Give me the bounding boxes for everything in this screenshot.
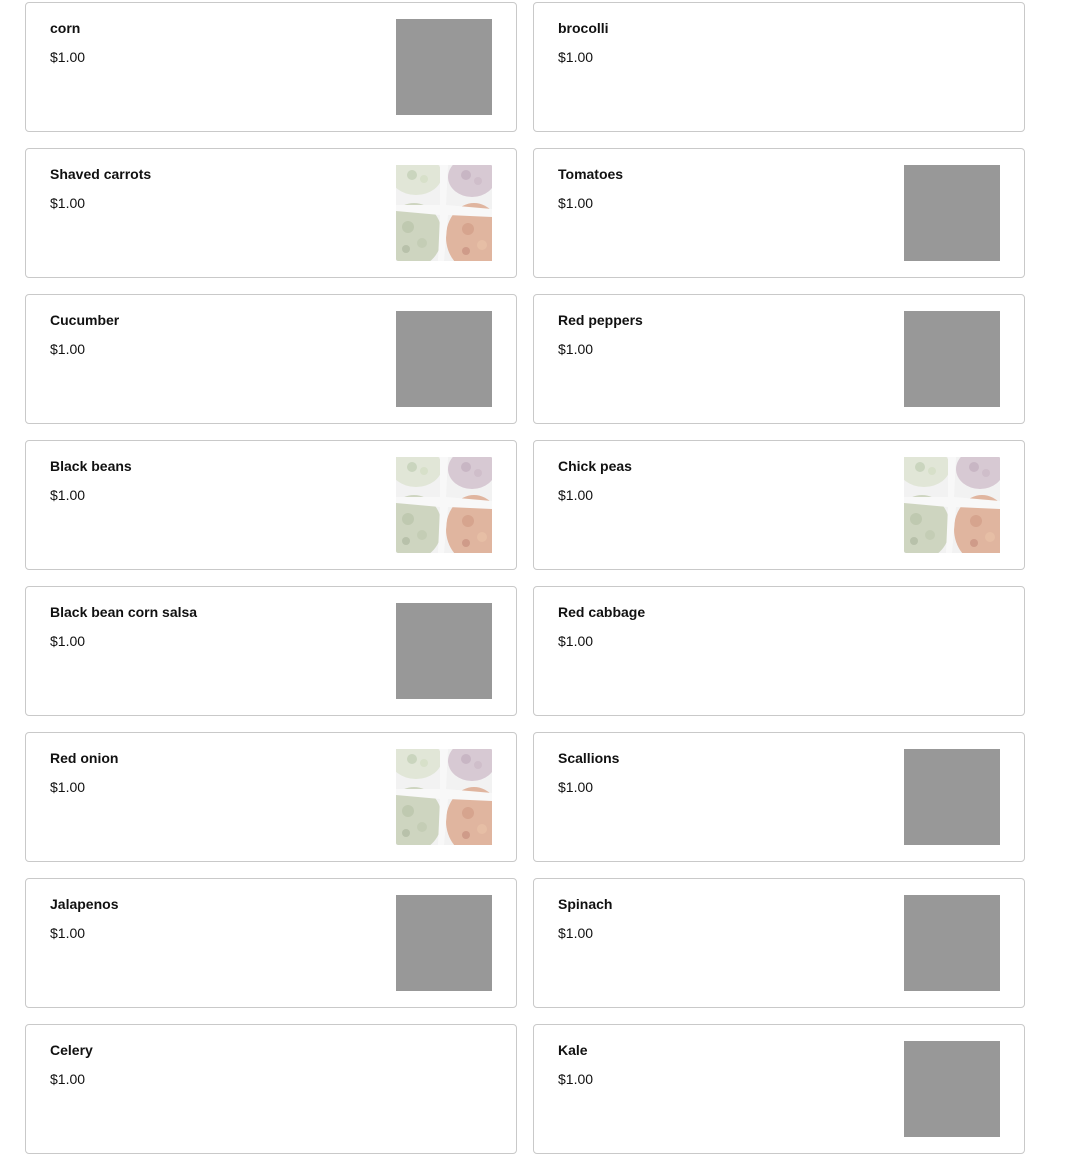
item-image-placeholder [396,19,492,115]
item-image [904,457,1000,553]
item-name: Shaved carrots [50,166,152,182]
item-price: $1.00 [558,341,594,357]
menu-item-card[interactable]: Cucumber $1.00 [25,294,517,424]
menu-item-card[interactable]: Spinach $1.00 [533,878,1025,1008]
menu-item-card[interactable]: Red peppers $1.00 [533,294,1025,424]
item-price: $1.00 [50,1071,86,1087]
item-price: $1.00 [558,925,594,941]
menu-item-card[interactable]: Chick peas $1.00 [533,440,1025,570]
item-image-placeholder [396,603,492,699]
menu-item-card[interactable]: Kale $1.00 [533,1024,1025,1154]
menu-item-card[interactable]: Red onion $1.00 [25,732,517,862]
item-price: $1.00 [50,779,86,795]
item-price: $1.00 [50,633,86,649]
menu-item-card[interactable]: Scallions $1.00 [533,732,1025,862]
item-name: Celery [50,1042,93,1058]
item-name: Red cabbage [558,604,646,620]
menu-item-card[interactable]: Celery $1.00 [25,1024,517,1154]
item-name: Tomatoes [558,166,624,182]
item-image-placeholder [904,895,1000,991]
item-price: $1.00 [558,633,594,649]
item-price: $1.00 [50,341,86,357]
item-price: $1.00 [50,49,86,65]
item-name: brocolli [558,20,609,36]
item-image [396,749,492,845]
item-price: $1.00 [558,487,594,503]
item-price: $1.00 [558,779,594,795]
item-price: $1.00 [558,49,594,65]
item-name: Chick peas [558,458,632,474]
item-price: $1.00 [558,195,594,211]
item-image-placeholder [904,1041,1000,1137]
item-price: $1.00 [50,195,86,211]
menu-item-card[interactable]: Black beans $1.00 [25,440,517,570]
item-name: corn [50,20,81,36]
item-image-placeholder [904,165,1000,261]
item-image-placeholder [396,895,492,991]
item-name: Jalapenos [50,896,119,912]
item-name: Black beans [50,458,132,474]
item-image [396,165,492,261]
menu-item-card[interactable]: Black bean corn salsa $1.00 [25,586,517,716]
menu-item-card[interactable]: Jalapenos $1.00 [25,878,517,1008]
item-price: $1.00 [50,925,86,941]
item-name: Red onion [50,750,119,766]
item-name: Cucumber [50,312,120,328]
item-image-placeholder [904,311,1000,407]
menu-item-card[interactable]: brocolli $1.00 [533,2,1025,132]
item-image [396,457,492,553]
menu-item-card[interactable]: corn $1.00 [25,2,517,132]
item-name: Black bean corn salsa [50,604,198,620]
item-price: $1.00 [50,487,86,503]
item-name: Kale [558,1042,588,1058]
item-name: Scallions [558,750,620,766]
menu-item-grid: corn $1.00 brocolli $1.00 Shaved carrots… [25,2,1025,1154]
menu-item-card[interactable]: Red cabbage $1.00 [533,586,1025,716]
item-name: Red peppers [558,312,643,328]
menu-item-card[interactable]: Tomatoes $1.00 [533,148,1025,278]
item-price: $1.00 [558,1071,594,1087]
item-name: Spinach [558,896,613,912]
item-image-placeholder [904,749,1000,845]
menu-item-card[interactable]: Shaved carrots $1.00 [25,148,517,278]
item-image-placeholder [396,311,492,407]
